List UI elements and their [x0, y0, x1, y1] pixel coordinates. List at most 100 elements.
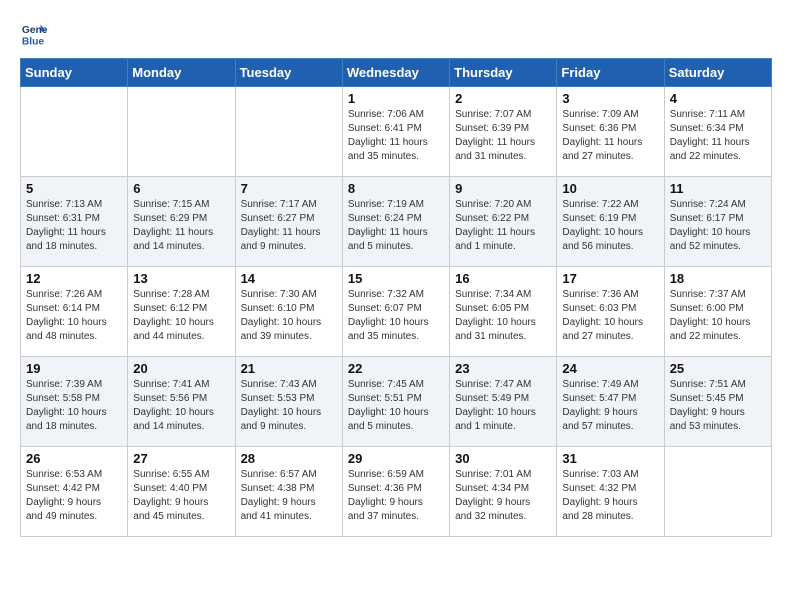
day-number: 25 [670, 361, 766, 376]
calendar-cell [235, 87, 342, 177]
day-info: Sunrise: 7:17 AM Sunset: 6:27 PM Dayligh… [241, 198, 337, 254]
day-number: 16 [455, 271, 551, 286]
calendar-header-row: SundayMondayTuesdayWednesdayThursdayFrid… [21, 59, 772, 87]
day-info: Sunrise: 7:19 AM Sunset: 6:24 PM Dayligh… [348, 198, 444, 254]
day-number: 10 [562, 181, 658, 196]
day-info: Sunrise: 7:28 AM Sunset: 6:12 PM Dayligh… [133, 288, 229, 344]
calendar-cell: 31 Sunrise: 7:03 AM Sunset: 4:32 PM Dayli… [557, 447, 664, 537]
calendar-cell: 27Sunrise: 6:55 AM Sunset: 4:40 PM Dayli… [128, 447, 235, 537]
weekday-header: Monday [128, 59, 235, 87]
day-number: 2 [455, 91, 551, 106]
calendar-cell: 12Sunrise: 7:26 AM Sunset: 6:14 PM Dayli… [21, 267, 128, 357]
day-number: 9 [455, 181, 551, 196]
calendar-cell: 13 Sunrise: 7:28 AM Sunset: 6:12 PM Dayli… [128, 267, 235, 357]
calendar-cell: 26Sunrise: 6:53 AM Sunset: 4:42 PM Dayli… [21, 447, 128, 537]
day-info: Sunrise: 7:45 AM Sunset: 5:51 PM Dayligh… [348, 378, 444, 434]
calendar-cell: 6 Sunrise: 7:15 AM Sunset: 6:29 PM Daylig… [128, 177, 235, 267]
calendar-cell: 3Sunrise: 7:09 AM Sunset: 6:36 PM Daylig… [557, 87, 664, 177]
weekday-header: Sunday [21, 59, 128, 87]
day-number: 19 [26, 361, 122, 376]
day-info: Sunrise: 6:59 AM Sunset: 4:36 PM Dayligh… [348, 468, 444, 524]
calendar-cell: 4 Sunrise: 7:11 AM Sunset: 6:34 PM Daylig… [664, 87, 771, 177]
day-info: Sunrise: 7:36 AM Sunset: 6:03 PM Dayligh… [562, 288, 658, 344]
day-info: Sunrise: 7:26 AM Sunset: 6:14 PM Dayligh… [26, 288, 122, 344]
page-header: General Blue [20, 20, 772, 48]
day-number: 13 [133, 271, 229, 286]
day-info: Sunrise: 7:32 AM Sunset: 6:07 PM Dayligh… [348, 288, 444, 344]
calendar-cell: 2 Sunrise: 7:07 AM Sunset: 6:39 PM Daylig… [450, 87, 557, 177]
calendar-cell: 22 Sunrise: 7:45 AM Sunset: 5:51 PM Dayli… [342, 357, 449, 447]
day-info: Sunrise: 7:20 AM Sunset: 6:22 PM Dayligh… [455, 198, 551, 254]
calendar-cell: 14Sunrise: 7:30 AM Sunset: 6:10 PM Dayli… [235, 267, 342, 357]
calendar-cell: 21 Sunrise: 7:43 AM Sunset: 5:53 PM Dayli… [235, 357, 342, 447]
day-number: 6 [133, 181, 229, 196]
day-info: Sunrise: 6:53 AM Sunset: 4:42 PM Dayligh… [26, 468, 122, 524]
day-number: 15 [348, 271, 444, 286]
day-info: Sunrise: 7:41 AM Sunset: 5:56 PM Dayligh… [133, 378, 229, 434]
day-info: Sunrise: 7:51 AM Sunset: 5:45 PM Dayligh… [670, 378, 766, 434]
day-number: 4 [670, 91, 766, 106]
calendar-cell [21, 87, 128, 177]
day-info: Sunrise: 7:06 AM Sunset: 6:41 PM Dayligh… [348, 108, 444, 164]
calendar-cell [128, 87, 235, 177]
weekday-header: Tuesday [235, 59, 342, 87]
day-number: 23 [455, 361, 551, 376]
day-info: Sunrise: 7:03 AM Sunset: 4:32 PM Dayligh… [562, 468, 658, 524]
day-number: 24 [562, 361, 658, 376]
calendar-cell: 5 Sunrise: 7:13 AM Sunset: 6:31 PM Daylig… [21, 177, 128, 267]
calendar-cell: 1 Sunrise: 7:06 AM Sunset: 6:41 PM Daylig… [342, 87, 449, 177]
day-info: Sunrise: 7:49 AM Sunset: 5:47 PM Dayligh… [562, 378, 658, 434]
day-info: Sunrise: 7:13 AM Sunset: 6:31 PM Dayligh… [26, 198, 122, 254]
day-number: 28 [241, 451, 337, 466]
calendar-week-row: 19 Sunrise: 7:39 AM Sunset: 5:58 PM Dayli… [21, 357, 772, 447]
day-number: 8 [348, 181, 444, 196]
calendar-cell: 17 Sunrise: 7:36 AM Sunset: 6:03 PM Dayli… [557, 267, 664, 357]
calendar-cell: 20 Sunrise: 7:41 AM Sunset: 5:56 PM Dayli… [128, 357, 235, 447]
calendar-cell: 10 Sunrise: 7:22 AM Sunset: 6:19 PM Dayli… [557, 177, 664, 267]
day-info: Sunrise: 7:43 AM Sunset: 5:53 PM Dayligh… [241, 378, 337, 434]
day-info: Sunrise: 7:47 AM Sunset: 5:49 PM Dayligh… [455, 378, 551, 434]
day-number: 30 [455, 451, 551, 466]
calendar: SundayMondayTuesdayWednesdayThursdayFrid… [20, 58, 772, 537]
day-info: Sunrise: 7:15 AM Sunset: 6:29 PM Dayligh… [133, 198, 229, 254]
day-number: 21 [241, 361, 337, 376]
calendar-cell: 24 Sunrise: 7:49 AM Sunset: 5:47 PM Dayli… [557, 357, 664, 447]
calendar-cell: 16 Sunrise: 7:34 AM Sunset: 6:05 PM Dayli… [450, 267, 557, 357]
weekday-header: Saturday [664, 59, 771, 87]
logo: General Blue [20, 20, 52, 48]
calendar-cell: 7Sunrise: 7:17 AM Sunset: 6:27 PM Daylig… [235, 177, 342, 267]
day-number: 29 [348, 451, 444, 466]
day-number: 18 [670, 271, 766, 286]
day-info: Sunrise: 7:24 AM Sunset: 6:17 PM Dayligh… [670, 198, 766, 254]
day-number: 20 [133, 361, 229, 376]
day-info: Sunrise: 7:34 AM Sunset: 6:05 PM Dayligh… [455, 288, 551, 344]
calendar-cell: 11 Sunrise: 7:24 AM Sunset: 6:17 PM Dayli… [664, 177, 771, 267]
day-info: Sunrise: 7:09 AM Sunset: 6:36 PM Dayligh… [562, 108, 658, 164]
calendar-cell: 15 Sunrise: 7:32 AM Sunset: 6:07 PM Dayli… [342, 267, 449, 357]
logo-icon: General Blue [20, 20, 48, 48]
day-number: 1 [348, 91, 444, 106]
day-info: Sunrise: 7:01 AM Sunset: 4:34 PM Dayligh… [455, 468, 551, 524]
day-number: 11 [670, 181, 766, 196]
day-info: Sunrise: 7:39 AM Sunset: 5:58 PM Dayligh… [26, 378, 122, 434]
calendar-cell: 8 Sunrise: 7:19 AM Sunset: 6:24 PM Daylig… [342, 177, 449, 267]
day-number: 31 [562, 451, 658, 466]
day-number: 17 [562, 271, 658, 286]
day-info: Sunrise: 7:30 AM Sunset: 6:10 PM Dayligh… [241, 288, 337, 344]
calendar-week-row: 5 Sunrise: 7:13 AM Sunset: 6:31 PM Daylig… [21, 177, 772, 267]
day-info: Sunrise: 7:22 AM Sunset: 6:19 PM Dayligh… [562, 198, 658, 254]
day-info: Sunrise: 6:55 AM Sunset: 4:40 PM Dayligh… [133, 468, 229, 524]
calendar-week-row: 1 Sunrise: 7:06 AM Sunset: 6:41 PM Daylig… [21, 87, 772, 177]
calendar-cell: 23 Sunrise: 7:47 AM Sunset: 5:49 PM Dayli… [450, 357, 557, 447]
calendar-cell: 29 Sunrise: 6:59 AM Sunset: 4:36 PM Dayli… [342, 447, 449, 537]
day-info: Sunrise: 7:11 AM Sunset: 6:34 PM Dayligh… [670, 108, 766, 164]
day-number: 5 [26, 181, 122, 196]
calendar-cell [664, 447, 771, 537]
calendar-cell: 25 Sunrise: 7:51 AM Sunset: 5:45 PM Dayli… [664, 357, 771, 447]
calendar-week-row: 12Sunrise: 7:26 AM Sunset: 6:14 PM Dayli… [21, 267, 772, 357]
day-info: Sunrise: 7:07 AM Sunset: 6:39 PM Dayligh… [455, 108, 551, 164]
day-number: 22 [348, 361, 444, 376]
calendar-cell: 28Sunrise: 6:57 AM Sunset: 4:38 PM Dayli… [235, 447, 342, 537]
day-info: Sunrise: 7:37 AM Sunset: 6:00 PM Dayligh… [670, 288, 766, 344]
svg-text:Blue: Blue [22, 36, 45, 47]
